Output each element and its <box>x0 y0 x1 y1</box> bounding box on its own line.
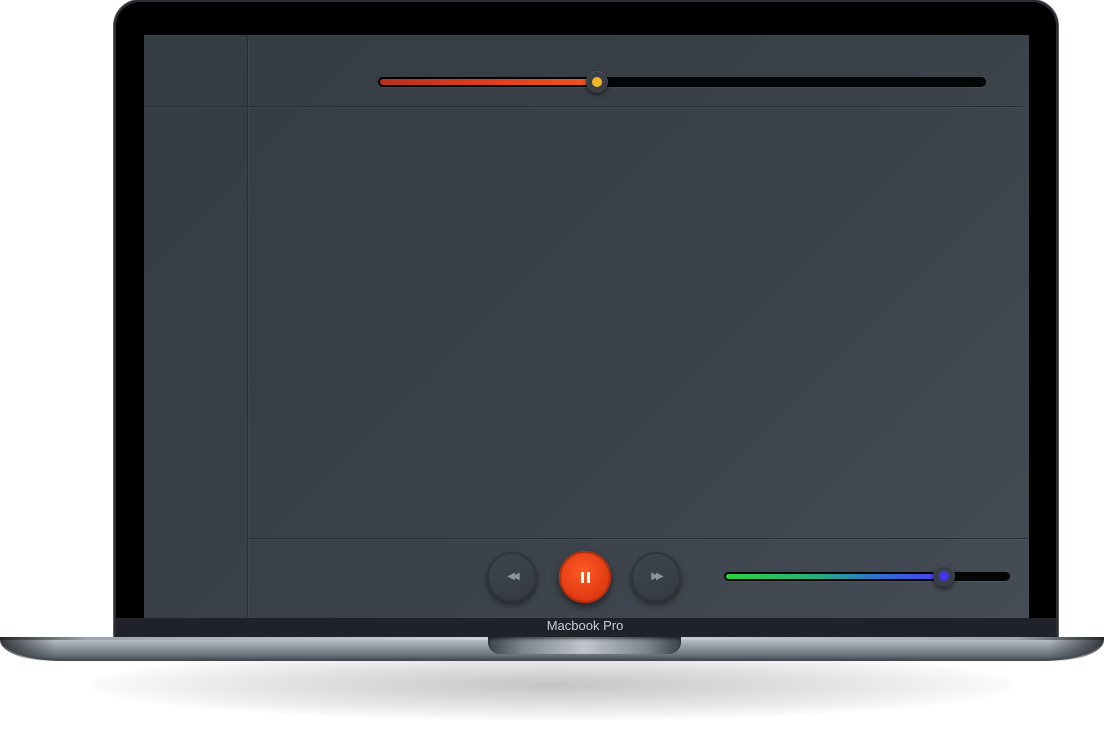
fast-forward-icon: ▶▶ <box>651 571 664 582</box>
volume-slider[interactable] <box>724 565 1010 587</box>
progress-thumb[interactable] <box>585 71 608 93</box>
volume-fill <box>726 574 945 579</box>
rewind-button[interactable]: ◀◀ <box>487 552 537 602</box>
laptop-notch <box>488 637 681 654</box>
footer-divider <box>248 538 1029 539</box>
progress-fill <box>380 79 597 85</box>
volume-thumb[interactable] <box>933 565 956 587</box>
pause-button[interactable] <box>559 551 611 603</box>
laptop-mockup: ◀◀ ▶▶ Macbook Pro <box>0 0 1104 729</box>
sidebar <box>144 35 248 618</box>
rewind-icon: ◀◀ <box>507 571 520 582</box>
model-label: Macbook Pro <box>546 618 624 633</box>
header-divider <box>144 106 1022 107</box>
fast-forward-button[interactable]: ▶▶ <box>631 552 681 602</box>
progress-slider[interactable] <box>378 71 986 93</box>
pause-icon <box>580 571 590 583</box>
app-screen: ◀◀ ▶▶ <box>144 35 1029 618</box>
